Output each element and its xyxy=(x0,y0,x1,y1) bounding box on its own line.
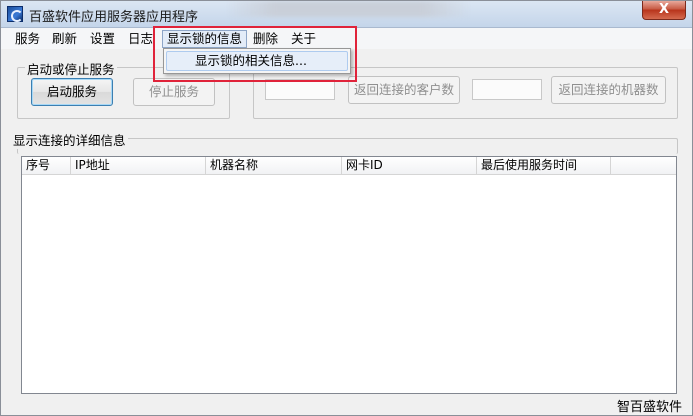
menu-bar: 服务 刷新 设置 日志 显示锁的信息 删除 关于 xyxy=(1,28,692,49)
client-count-button[interactable]: 返回连接的客户数 xyxy=(348,76,460,104)
column-header-machine-name[interactable]: 机器名称 xyxy=(206,157,342,174)
status-bar: 智百盛软件 xyxy=(1,395,692,415)
watermark-text: 智百盛软件 xyxy=(616,400,682,415)
lock-info-dropdown: 显示锁的相关信息... xyxy=(163,48,351,74)
details-group-label: 显示连接的详细信息 xyxy=(11,130,128,149)
start-service-button[interactable]: 启动服务 xyxy=(31,78,113,106)
window-title: 百盛软件应用服务器应用程序 xyxy=(29,10,199,25)
list-header: 序号 IP地址 机器名称 网卡ID 最后使用服务时间 xyxy=(22,157,676,175)
menu-delete[interactable]: 删除 xyxy=(249,30,282,48)
app-logo-icon xyxy=(7,6,23,22)
connection-list[interactable]: 序号 IP地址 机器名称 网卡ID 最后使用服务时间 xyxy=(21,156,677,394)
menu-refresh[interactable]: 刷新 xyxy=(48,30,81,48)
stop-service-button[interactable]: 停止服务 xyxy=(133,78,215,106)
service-group-label: 启动或停止服务 xyxy=(25,59,117,78)
dropdown-item-lock-details[interactable]: 显示锁的相关信息... xyxy=(166,51,348,71)
column-header-last-used[interactable]: 最后使用服务时间 xyxy=(477,157,611,174)
menu-settings[interactable]: 设置 xyxy=(86,30,119,48)
blurred-region xyxy=(226,1,471,17)
menu-service[interactable]: 服务 xyxy=(11,30,44,48)
menu-log[interactable]: 日志 xyxy=(124,30,157,48)
app-window: 百盛软件应用服务器应用程序 X 服务 刷新 设置 日志 显示锁的信息 删除 关于… xyxy=(0,0,693,416)
menu-about[interactable]: 关于 xyxy=(287,30,320,48)
column-header-ip[interactable]: IP地址 xyxy=(71,157,206,174)
machine-count-button[interactable]: 返回连接的机器数 xyxy=(551,76,666,104)
machine-count-field[interactable] xyxy=(472,79,542,100)
column-header-index[interactable]: 序号 xyxy=(22,157,71,174)
client-count-field[interactable] xyxy=(265,79,335,100)
title-bar[interactable]: 百盛软件应用服务器应用程序 X xyxy=(1,1,692,28)
close-button[interactable]: X xyxy=(642,1,686,20)
menu-show-lock-info[interactable]: 显示锁的信息 xyxy=(162,30,248,48)
column-header-nic-id[interactable]: 网卡ID xyxy=(342,157,477,174)
